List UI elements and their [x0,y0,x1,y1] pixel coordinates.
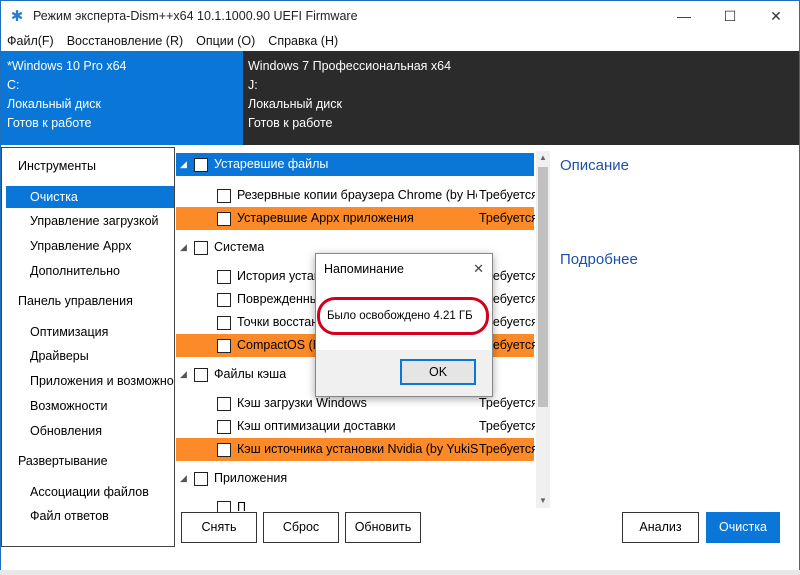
row-label: Файлы кэша [214,367,287,381]
menu-restore[interactable]: Восстановление (R) [67,34,183,48]
sidebar-item-answer-file[interactable]: Файл ответов [6,505,174,527]
sidebar-item-advanced[interactable]: Дополнительно [6,260,174,282]
sidebar-item-optimization[interactable]: Оптимизация [6,321,174,343]
checkbox[interactable] [194,368,208,382]
description-heading: Описание [560,157,630,174]
scroll-down-icon[interactable]: ▼ [536,494,550,508]
checkbox[interactable] [217,212,231,226]
refresh-button[interactable]: Обновить [345,512,421,543]
window-title: Режим эксперта-Dism++x64 10.1.1000.90 UE… [33,9,358,23]
list-item[interactable]: Кэш источника установки Nvidia (by YukiS… [176,438,535,461]
list-scrollbar[interactable]: ▲ ▼ [536,151,550,508]
ok-button[interactable]: OK [400,359,476,385]
image-status: Готов к работе [248,116,333,130]
sidebar-item-cleanup[interactable]: Очистка [6,186,174,208]
analyze-button[interactable]: Анализ [622,512,699,543]
sidebar-item-boot[interactable]: Управление загрузкой [6,210,174,232]
sidebar-item-apps[interactable]: Приложения и возможности [6,370,174,392]
maximize-button[interactable]: ☐ [707,1,753,31]
checkbox[interactable] [194,158,208,172]
list-group-row[interactable]: ◢ Устаревшие файлы [176,153,534,176]
image-drive: C: [7,78,20,92]
collapse-arrow-icon[interactable]: ◢ [180,363,187,386]
sidebar-item-features[interactable]: Возможности [6,395,174,417]
sidebar-section-deploy: Развертывание [18,454,108,468]
sidebar-section-tools: Инструменты [18,159,96,173]
highlight-annotation [317,297,489,335]
image-name: Windows 7 Профессиональная x64 [248,59,452,73]
checkbox[interactable] [217,443,231,457]
row-label: Устаревшие Appx приложения [237,211,414,225]
row-label: Приложения [214,471,288,485]
uncheck-button[interactable]: Снять [181,512,257,543]
row-label: Резервные копии браузера Chrome (by Honr [237,188,477,202]
image-panel-win10[interactable]: *Windows 10 Pro x64 C: Локальный диск Го… [1,51,243,145]
image-panel-win7[interactable]: Windows 7 Профессиональная x64 J: Локаль… [243,51,799,145]
checkbox[interactable] [217,339,231,353]
row-label: Система [214,240,265,254]
menu-file[interactable]: Файл(F) [7,34,54,48]
collapse-arrow-icon[interactable]: ◢ [180,236,187,259]
list-item[interactable]: Устаревшие Appx приложения Требуется [176,207,535,230]
collapse-arrow-icon[interactable]: ◢ [180,153,187,176]
details-heading: Подробнее [560,251,638,268]
checkbox[interactable] [194,241,208,255]
list-item[interactable]: Резервные копии браузера Chrome (by Honr… [176,184,535,207]
minimize-button[interactable]: — [661,1,707,31]
title-bar: ✱ Режим эксперта-Dism++x64 10.1.1000.90 … [1,1,799,31]
checkbox[interactable] [217,189,231,203]
close-button[interactable]: ✕ [753,1,799,31]
sidebar-item-drivers[interactable]: Драйверы [6,345,174,367]
checkbox[interactable] [217,420,231,434]
checkbox[interactable] [217,397,231,411]
scroll-up-icon[interactable]: ▲ [536,151,550,165]
row-label: Кэш источника установки Nvidia (by YukiS… [237,442,479,456]
menu-bar: Файл(F) Восстановление (R) Опции (O) Спр… [1,31,799,51]
dialog-close-icon[interactable]: ✕ [473,254,484,284]
image-type: Локальный диск [7,97,101,111]
sidebar: Инструменты Очистка Управление загрузкой… [1,147,175,547]
collapse-arrow-icon[interactable]: ◢ [180,467,187,490]
image-name: *Windows 10 Pro x64 [7,59,127,73]
sidebar-item-file-assoc[interactable]: Ассоциации файлов [6,481,174,503]
sidebar-section-control-panel: Панель управления [18,294,133,308]
list-item[interactable]: Кэш оптимизации доставки Требуется [176,415,535,438]
row-status: Требуется [479,419,535,433]
menu-options[interactable]: Опции (O) [196,34,255,48]
sidebar-item-updates[interactable]: Обновления [6,420,174,442]
main-window: ✱ Режим эксперта-Dism++x64 10.1.1000.90 … [0,0,800,575]
dialog-title: Напоминание [316,254,492,284]
checkbox[interactable] [194,472,208,486]
checkbox[interactable] [217,316,231,330]
checkbox[interactable] [217,270,231,284]
row-status: Требуется [479,211,535,225]
row-label: Кэш оптимизации доставки [237,419,396,433]
sidebar-item-appx[interactable]: Управление Appx [6,235,174,257]
row-status: Требуется [479,442,535,456]
row-label: Устаревшие файлы [214,157,329,171]
checkbox[interactable] [217,293,231,307]
image-status: Готов к работе [7,116,92,130]
reset-button[interactable]: Сброс [263,512,339,543]
menu-help[interactable]: Справка (H) [268,34,338,48]
row-status: Требуется [479,188,535,202]
status-strip [0,570,800,575]
image-type: Локальный диск [248,97,342,111]
clean-button[interactable]: Очистка [706,512,780,543]
image-drive: J: [248,78,258,92]
list-group-row[interactable]: ◢ Приложения [176,467,534,490]
scroll-thumb[interactable] [538,167,548,407]
gear-icon: ✱ [10,8,24,25]
